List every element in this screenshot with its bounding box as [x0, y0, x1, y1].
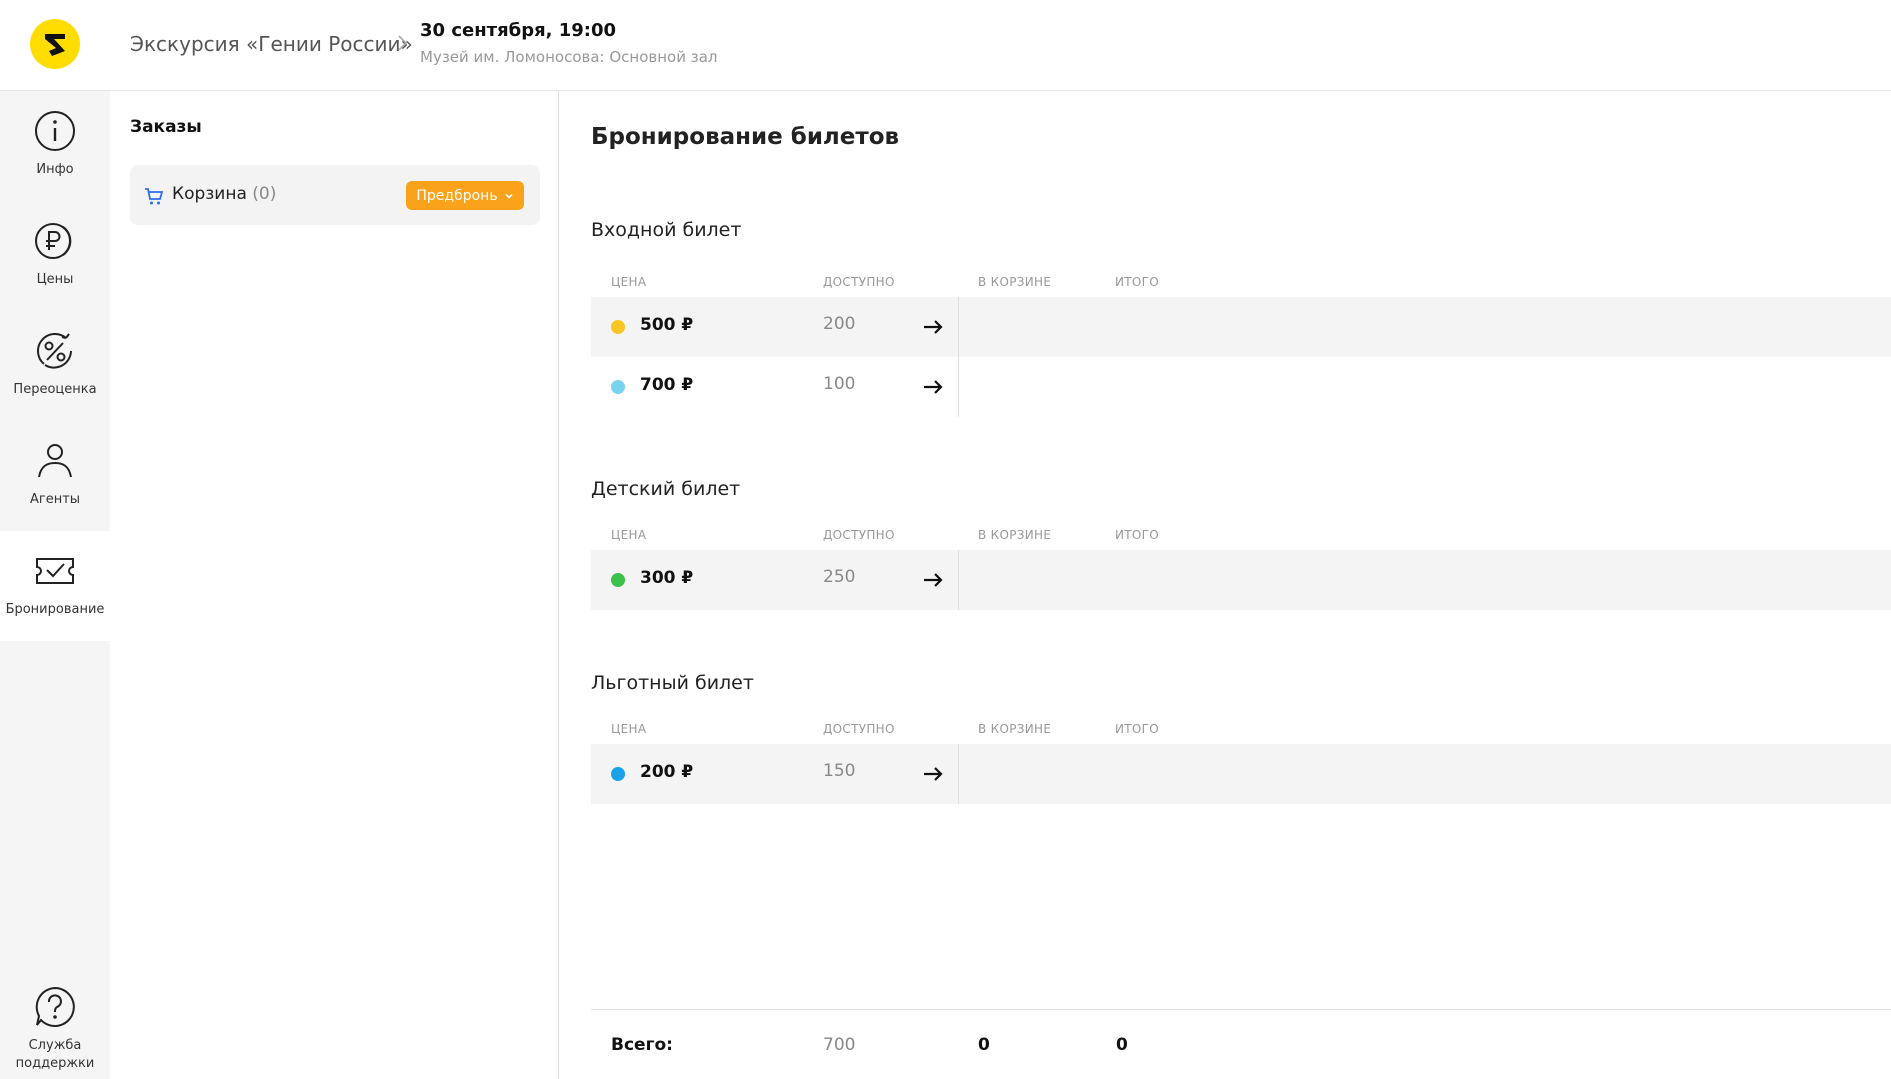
- cart-count: (0): [252, 184, 277, 204]
- nav-label: Бронирование: [5, 602, 105, 617]
- col-in-cart: В КОРЗИНЕ: [978, 275, 1052, 289]
- col-in-cart: В КОРЗИНЕ: [978, 722, 1052, 736]
- prebook-label: Предбронь: [416, 187, 498, 204]
- help-bubble-icon: [35, 986, 75, 1027]
- table-header: ЦЕНА ДОСТУПНО В КОРЗИНЕ ИТОГО: [591, 714, 1891, 744]
- row-price: 700 ₽: [640, 375, 694, 395]
- cart-label-text: Корзина: [172, 184, 247, 204]
- ruble-icon: [35, 223, 72, 259]
- totals-in-cart: 0: [978, 1035, 990, 1055]
- nav-label: Агенты: [29, 492, 81, 507]
- totals-available: 700: [823, 1035, 856, 1055]
- chevron-down-icon: [505, 193, 513, 199]
- event-breadcrumb[interactable]: Экскурсия «Гении России»: [130, 32, 413, 56]
- event-place: Музей им. Ломоносова: Основной зал: [420, 48, 718, 66]
- top-header: Экскурсия «Гении России» 30 сентября, 19…: [0, 0, 1891, 91]
- totals-sum: 0: [1116, 1035, 1128, 1055]
- row-available: 150: [823, 761, 856, 781]
- orders-panel: Заказы Корзина (0) Предбронь: [110, 91, 559, 1079]
- add-to-cart-arrow-icon[interactable]: [921, 762, 945, 786]
- ticket-section-child: Детский билет ЦЕНА ДОСТУПНО В КОРЗИНЕ ИТ…: [591, 478, 1891, 610]
- totals-label: Всего:: [611, 1035, 673, 1055]
- ticket-section-entry: Входной билет ЦЕНА ДОСТУПНО В КОРЗИНЕ ИТ…: [591, 219, 1891, 417]
- nav-item-repricing[interactable]: Переоценка: [0, 311, 110, 421]
- table-row: 700 ₽ 100: [591, 357, 1891, 417]
- section-title: Льготный билет: [591, 672, 754, 694]
- nav-item-prices[interactable]: Цены: [0, 201, 110, 311]
- logo-icon: [45, 34, 65, 56]
- col-in-cart: В КОРЗИНЕ: [978, 528, 1052, 542]
- price-color-dot: [611, 573, 625, 587]
- price-color-dot: [611, 320, 625, 334]
- info-icon: [35, 111, 75, 151]
- nav-label: Переоценка: [13, 382, 97, 397]
- add-to-cart-arrow-icon[interactable]: [921, 568, 945, 592]
- nav-label: Инфо: [36, 162, 74, 177]
- section-title: Входной билет: [591, 219, 742, 241]
- totals-divider: [591, 1009, 1891, 1010]
- price-color-dot: [611, 380, 625, 394]
- chevron-right-icon: [398, 35, 408, 51]
- nav-item-booking[interactable]: Бронирование: [0, 531, 110, 641]
- page-title: Бронирование билетов: [591, 124, 900, 150]
- col-available: ДОСТУПНО: [823, 528, 895, 542]
- col-available: ДОСТУПНО: [823, 275, 895, 289]
- col-total: ИТОГО: [1115, 722, 1160, 736]
- column-divider: [958, 744, 959, 804]
- left-nav-rail: Инфо Цены Переоценка Агенты Бронирование…: [0, 91, 110, 1079]
- section-title: Детский билет: [591, 478, 741, 500]
- column-divider: [958, 550, 959, 610]
- col-price: ЦЕНА: [611, 275, 647, 289]
- column-divider: [958, 297, 959, 357]
- ticket-check-icon: [36, 558, 74, 584]
- nav-label: Цены: [36, 272, 74, 287]
- column-divider: [958, 357, 959, 417]
- nav-label: Служба поддержки: [15, 1038, 95, 1071]
- prebook-dropdown-button[interactable]: Предбронь: [406, 181, 524, 210]
- percent-icon: [37, 333, 72, 369]
- nav-item-support[interactable]: Служба поддержки: [0, 967, 110, 1077]
- table-header: ЦЕНА ДОСТУПНО В КОРЗИНЕ ИТОГО: [591, 520, 1891, 550]
- price-color-dot: [611, 767, 625, 781]
- col-available: ДОСТУПНО: [823, 722, 895, 736]
- person-icon: [38, 444, 72, 478]
- booking-main: Бронирование билетов Входной билет ЦЕНА …: [559, 91, 1891, 1079]
- col-total: ИТОГО: [1115, 275, 1160, 289]
- table-row: 500 ₽ 200: [591, 297, 1891, 357]
- cart-label: Корзина (0): [172, 184, 276, 204]
- row-available: 100: [823, 374, 856, 394]
- logo[interactable]: [30, 19, 80, 69]
- row-price: 500 ₽: [640, 315, 694, 335]
- col-price: ЦЕНА: [611, 722, 647, 736]
- ticket-section-discount: Льготный билет ЦЕНА ДОСТУПНО В КОРЗИНЕ И…: [591, 672, 1891, 804]
- add-to-cart-arrow-icon[interactable]: [921, 315, 945, 339]
- row-price: 300 ₽: [640, 568, 694, 588]
- event-date: 30 сентября, 19:00: [420, 20, 617, 41]
- table-header: ЦЕНА ДОСТУПНО В КОРЗИНЕ ИТОГО: [591, 267, 1891, 297]
- orders-title: Заказы: [130, 117, 202, 137]
- table-row: 300 ₽ 250: [591, 550, 1891, 610]
- nav-item-info[interactable]: Инфо: [0, 91, 110, 201]
- add-to-cart-arrow-icon[interactable]: [921, 375, 945, 399]
- cart-icon: [145, 188, 164, 205]
- row-available: 250: [823, 567, 856, 587]
- cart-card[interactable]: Корзина (0) Предбронь: [130, 165, 540, 225]
- row-price: 200 ₽: [640, 762, 694, 782]
- nav-item-agents[interactable]: Агенты: [0, 421, 110, 531]
- row-available: 200: [823, 314, 856, 334]
- table-row: 200 ₽ 150: [591, 744, 1891, 804]
- col-total: ИТОГО: [1115, 528, 1160, 542]
- col-price: ЦЕНА: [611, 528, 647, 542]
